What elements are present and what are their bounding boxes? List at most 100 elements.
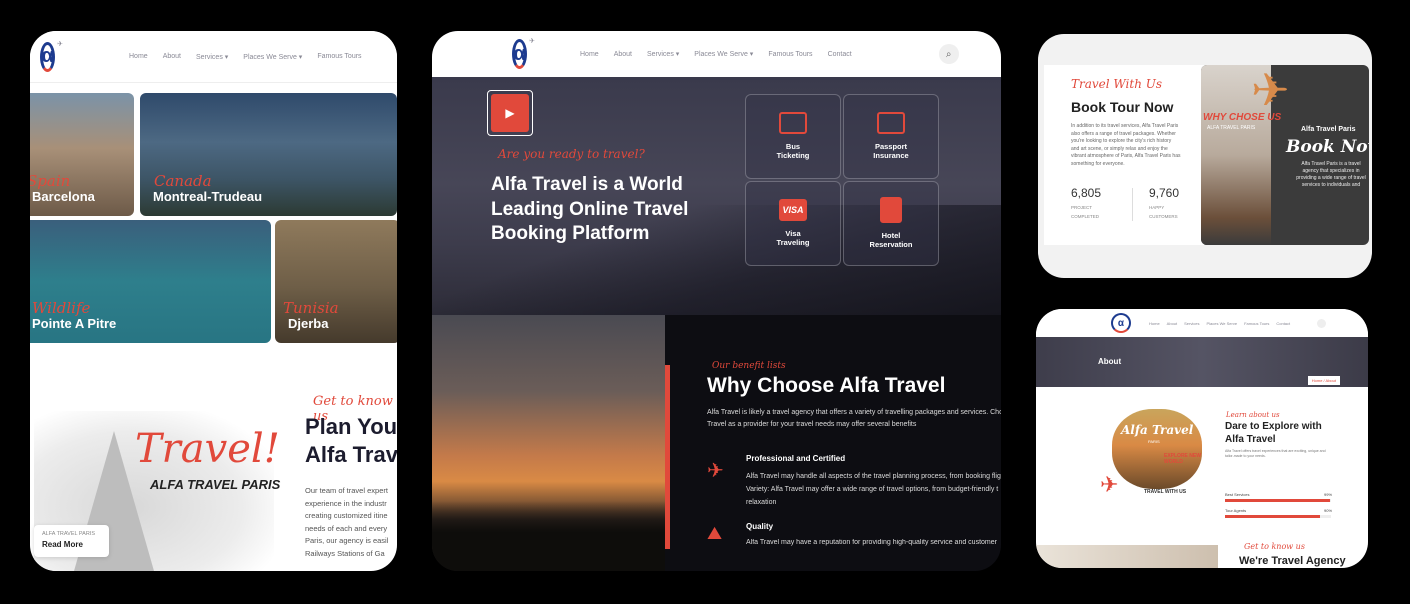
play-video-button[interactable]: ▶ — [487, 90, 533, 136]
nav-tours[interactable]: Famous Tours — [768, 51, 812, 58]
nav-services[interactable]: Services — [1184, 321, 1199, 326]
stat-divider — [1132, 188, 1133, 221]
destination-name: Djerba — [288, 316, 329, 331]
benefit-script: Our benefit lists — [712, 361, 786, 371]
desktop-homepage-card: α ✈ Home About Services ▾ Places We Serv… — [432, 31, 1001, 571]
destination-script: Spain — [30, 172, 71, 190]
about-banner: About Home / About — [1036, 337, 1368, 387]
alfa-logo[interactable]: α — [1111, 313, 1131, 333]
service-label-1: Bus — [785, 142, 801, 151]
airplane-icon: ✈ — [707, 460, 724, 482]
nav-home[interactable]: Home — [1149, 321, 1160, 326]
travel-with-us-label: TRAVEL WITH US — [1144, 489, 1187, 495]
hero-title-line1: Alfa Travel is a World — [491, 174, 683, 195]
search-icon[interactable] — [1317, 318, 1327, 328]
service-label-1: Hotel — [881, 231, 901, 240]
right-body: Alfa Travel Paris is a travel agency tha… — [1296, 161, 1366, 188]
feature1-title: Professional and Certified — [746, 454, 846, 463]
book-tour-card: Travel With Us Book Tour Now In addition… — [1038, 34, 1372, 278]
destination-card-montreal[interactable]: Canada Montreal-Trudeau — [140, 93, 397, 216]
mobile-homepage-card: α ✈ Home About Services ▾ Places We Serv… — [30, 31, 397, 571]
plan-heading-line1: Plan You — [305, 414, 397, 439]
nav-contact[interactable]: Contact — [828, 51, 852, 58]
nav-services-label: Services — [646, 51, 674, 58]
why-choose-body: Alfa Travel is likely a travel agency th… — [707, 407, 1001, 431]
accent-strip — [665, 365, 670, 549]
alfa-logo[interactable]: α ✈ — [36, 37, 74, 76]
tour-agents-progress — [1225, 515, 1331, 518]
destination-name: Montreal-Trudeau — [153, 189, 263, 204]
destination-name: Pointe A Pitre — [32, 316, 117, 331]
destination-card-barcelona[interactable]: Spain Barcelona — [30, 93, 134, 216]
service-label-2: Traveling — [776, 238, 810, 247]
nav-places-label: Places We Serve — [243, 53, 297, 61]
hotel-icon — [880, 197, 902, 223]
nav-tours[interactable]: Famous Tours — [317, 53, 361, 60]
stat-projects-number: 6,805 — [1071, 186, 1102, 200]
nav-places[interactable]: Places We Serve — [1206, 321, 1237, 326]
service-label-1: Passport — [874, 142, 908, 151]
right-brand: Alfa Travel Paris — [1301, 126, 1356, 133]
book-now-poster[interactable]: WHY CHOSE US ALFA TRAVEL PARIS ✈ Alfa Tr… — [1201, 65, 1369, 245]
nav-contact[interactable]: Contact — [1276, 321, 1290, 326]
nav-tours[interactable]: Famous Tours — [1244, 321, 1269, 326]
feature1-line2: Variety: Alfa Travel may offer a wide ra… — [746, 486, 999, 493]
right-title: Book Now — [1286, 137, 1369, 157]
nav-services-label: Services — [195, 53, 223, 61]
nav-home[interactable]: Home — [580, 51, 599, 58]
feature2-body: Alfa Travel may have a reputation for pr… — [746, 539, 997, 546]
nav-about[interactable]: About — [614, 51, 632, 58]
bar1-fill — [1225, 499, 1330, 502]
passport-icon — [877, 112, 905, 134]
service-label-2: Reservation — [869, 240, 913, 249]
service-label-2: Insurance — [873, 151, 909, 160]
destination-card-djerba[interactable]: Tunisia Djerba — [275, 220, 397, 343]
feature2-title: Quality — [746, 522, 774, 531]
dare-title-line1: Dare to Explore with — [1225, 421, 1322, 432]
brand-caption: ALFA TRAVEL PARIS — [150, 477, 281, 492]
destination-script: Tunisia — [283, 299, 339, 317]
nav-places-label: Places We Serve — [694, 51, 748, 58]
nav-places[interactable]: Places We Serve ▾ — [243, 53, 302, 61]
nav-home[interactable]: Home — [129, 53, 148, 60]
read-more-caption: ALFA TRAVEL PARIS — [42, 531, 95, 537]
plan-heading-line2: Alfa Trav — [305, 442, 397, 467]
read-more-button[interactable]: Read More — [42, 540, 101, 549]
why-body-line1: Alfa Travel is likely a travel agency th… — [707, 409, 1001, 416]
service-bus-ticketing[interactable]: Bus Ticketing — [745, 94, 841, 179]
book-tour-title: Book Tour Now — [1071, 99, 1174, 115]
destination-script: Wildlife — [32, 299, 91, 317]
feature1-line3: relaxation — [746, 499, 777, 506]
nav-about[interactable]: About — [1167, 321, 1177, 326]
service-hotel-reservation[interactable]: Hotel Reservation — [843, 181, 939, 266]
nav-services[interactable]: Services ▾ — [196, 53, 228, 61]
alfa-logo[interactable]: α ✈ — [508, 35, 546, 73]
nav-places[interactable]: Places We Serve ▾ — [694, 50, 753, 58]
breadcrumb[interactable]: Home / About — [1307, 376, 1340, 385]
poster-explore: EXPLORE NEW WORLD — [1164, 453, 1201, 465]
destination-card-pointe-a-pitre[interactable]: Wildlife Pointe A Pitre — [30, 220, 271, 343]
hero-title-line2: Leading Online Travel — [491, 198, 689, 220]
footer-title: We're Travel Agency — [1239, 555, 1346, 567]
feature1-body: Alfa Travel may handle all aspects of th… — [746, 470, 1001, 509]
card1-navbar: α ✈ Home About Services ▾ Places We Serv… — [30, 31, 397, 83]
bar2-fill — [1225, 515, 1321, 518]
nav-about[interactable]: About — [163, 53, 181, 60]
hero-title: Alfa Travel is a World Leading Online Tr… — [491, 173, 688, 247]
nav-services[interactable]: Services ▾ — [647, 50, 679, 58]
ready-script: Are you ready to travel? — [498, 147, 645, 161]
stat-customers-l1: HAPPY — [1149, 205, 1165, 210]
destination-name: Barcelona — [32, 189, 95, 204]
bar1-value: 99% — [1324, 492, 1333, 497]
read-more-box[interactable]: ALFA TRAVEL PARIS Read More — [34, 525, 109, 557]
search-icon[interactable]: ⌕ — [938, 44, 959, 64]
hero-section: ▶ Are you ready to travel? Alfa Travel i… — [432, 77, 1001, 315]
why-chose-sub: ALFA TRAVEL PARIS — [1207, 125, 1256, 131]
hero-title-line3: Booking Platform — [491, 223, 650, 244]
stat-projects-l2: COMPLETED — [1071, 214, 1100, 219]
service-visa-traveling[interactable]: VISA Visa Traveling — [745, 181, 841, 266]
poster-sub: PARIS — [1148, 439, 1160, 444]
sunset-photo — [432, 315, 665, 571]
stat-customers-l2: CUSTOMERS — [1149, 214, 1178, 219]
service-passport-insurance[interactable]: Passport Insurance — [843, 94, 939, 179]
